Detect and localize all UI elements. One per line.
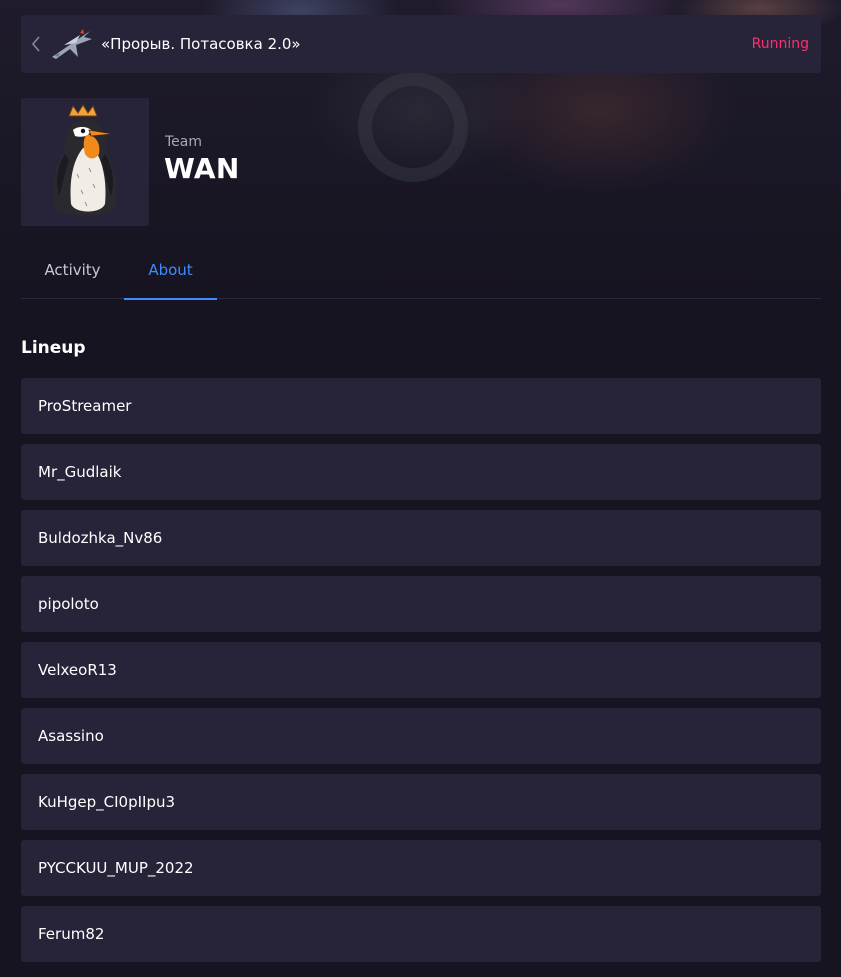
lineup-heading: Lineup [21, 338, 86, 358]
chevron-left-icon[interactable] [23, 15, 49, 73]
player-row[interactable]: Mr_Gudlaik [21, 444, 821, 500]
player-row[interactable]: VelxeoR13 [21, 642, 821, 698]
team-label: Team [165, 134, 203, 150]
player-row[interactable]: Buldozhka_Nv86 [21, 510, 821, 566]
player-row[interactable]: pipoloto [21, 576, 821, 632]
status-badge: Running [751, 36, 809, 52]
tab-activity[interactable]: Activity [21, 240, 124, 299]
team-avatar [21, 98, 149, 226]
tab-about-label: About [148, 260, 193, 279]
crowned-penguin-logo [53, 104, 117, 216]
lineup-list: ProStreamer Mr_Gudlaik Buldozhka_Nv86 pi… [21, 378, 821, 972]
player-row[interactable]: ProStreamer [21, 378, 821, 434]
tournament-bar: «Прорыв. Потасовка 2.0» Running [21, 15, 821, 73]
player-row[interactable]: KuHgep_CI0pIIpu3 [21, 774, 821, 830]
tab-about[interactable]: About [124, 240, 217, 300]
tab-bar: Activity About [21, 240, 821, 300]
tournament-title[interactable]: «Прорыв. Потасовка 2.0» [101, 35, 752, 53]
plane-logo-icon [49, 24, 95, 64]
player-row[interactable]: PYCCKUU_MUP_2022 [21, 840, 821, 896]
backdrop-emblem [358, 72, 468, 182]
player-row[interactable]: Ferum82 [21, 906, 821, 962]
player-row[interactable]: Asassino [21, 708, 821, 764]
team-page: «Прорыв. Потасовка 2.0» Running Team WAN [0, 0, 841, 977]
active-tab-indicator [124, 298, 217, 300]
team-name: WAN [164, 152, 240, 185]
